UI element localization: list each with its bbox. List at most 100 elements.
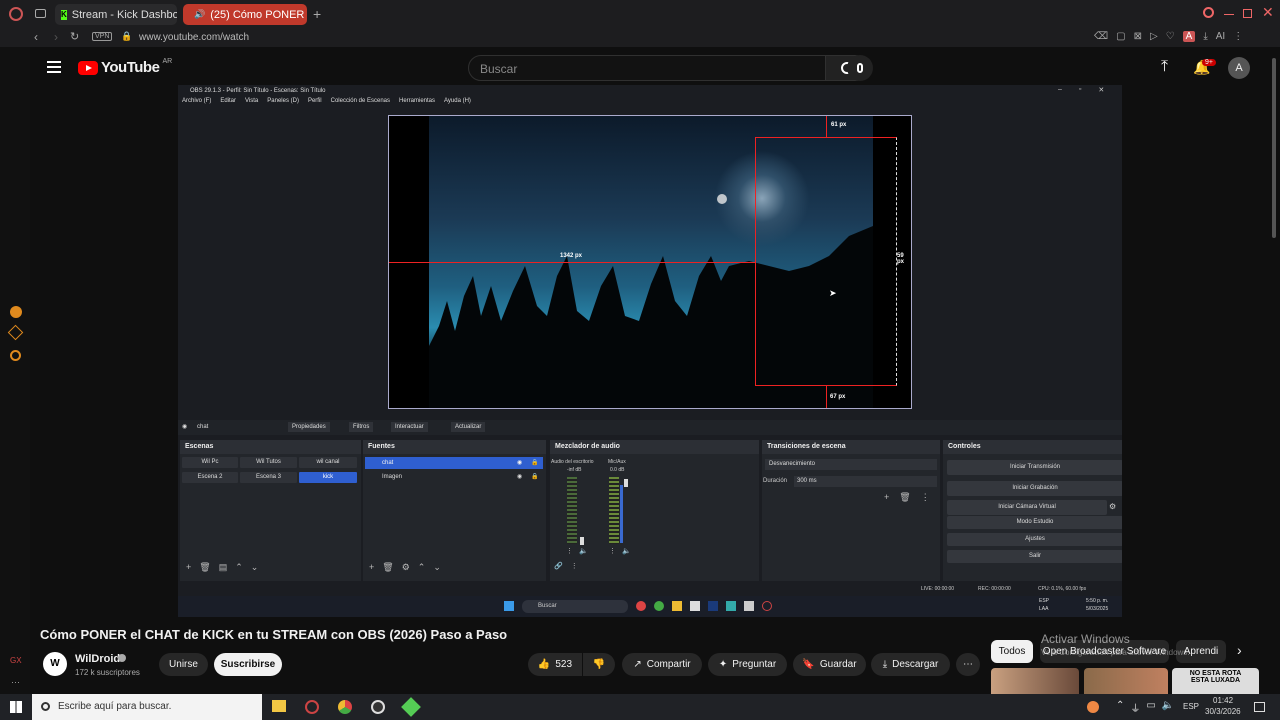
scene-item-active[interactable]: kick <box>299 472 357 483</box>
notification-center-icon[interactable] <box>1254 702 1265 712</box>
play-icon[interactable]: ▷ <box>1150 31 1158 42</box>
save-button[interactable]: 🔖 Guardar <box>793 653 866 676</box>
speaker-icon[interactable]: 🔈 <box>579 547 588 555</box>
properties-button[interactable]: Propiedades <box>288 422 330 432</box>
url-field[interactable]: www.youtube.com/watch <box>139 32 249 43</box>
vpn-badge[interactable]: VPN <box>92 32 113 41</box>
lock-icon[interactable]: 🔒 <box>531 457 538 469</box>
snapshot-icon[interactable]: ▢ <box>1116 31 1125 42</box>
subscribe-button[interactable]: Suscribirse <box>214 653 282 676</box>
scene-item[interactable]: wil canal <box>299 457 357 468</box>
exit-button[interactable]: Salir <box>947 550 1122 563</box>
file-explorer-icon[interactable] <box>272 700 286 712</box>
channel-menu-icon[interactable]: ⋮ <box>566 547 573 555</box>
source-item[interactable]: Imagen ◉ 🔒 <box>365 471 543 483</box>
interact-button[interactable]: Interactuar <box>391 422 428 432</box>
clear-icon[interactable]: ⌫ <box>1094 31 1108 42</box>
upload-icon[interactable]: ⤒ <box>1161 58 1168 76</box>
maximize-icon[interactable] <box>1243 9 1252 18</box>
obs-preview-canvas[interactable]: 61 px 1342 px 59 px ➤ <box>388 115 912 409</box>
speaker-icon[interactable]: 🔈 <box>622 547 631 555</box>
tray-app-icon[interactable] <box>1087 701 1099 713</box>
source-item-active[interactable]: chat ◉ 🔒 <box>365 457 543 469</box>
taskbar-search-box[interactable]: Escribe aquí para buscar. <box>32 694 262 720</box>
obs-icon[interactable] <box>371 700 385 714</box>
obs-menu-item[interactable]: Archivo (F) <box>182 98 211 110</box>
sidebar-more-icon[interactable]: ⋯ <box>11 677 20 688</box>
start-streaming-button[interactable]: Iniciar Transmisión <box>947 460 1122 475</box>
scene-item[interactable]: Wil Tutos <box>240 457 297 468</box>
down-icon[interactable]: ⌄ <box>251 562 259 573</box>
volume-slider[interactable] <box>580 537 584 545</box>
trash-icon[interactable]: 🗑 <box>899 492 910 503</box>
obs-menu-item[interactable]: Vista <box>245 98 258 110</box>
gx-icon[interactable]: GX <box>10 656 22 665</box>
page-scrollbar[interactable] <box>1272 58 1276 238</box>
ask-button[interactable]: ✦ Preguntar <box>708 653 787 676</box>
volume-icon[interactable]: 🔈 <box>1162 700 1174 715</box>
obs-menu-item[interactable]: Paneles (D) <box>267 98 299 110</box>
aria-ai-button[interactable]: AI <box>1216 31 1225 42</box>
taskbar-time[interactable]: 01:42 <box>1213 696 1233 705</box>
filter-icon[interactable]: ▤ <box>219 562 228 573</box>
windows-start-icon[interactable] <box>10 701 22 713</box>
recommended-thumbnail[interactable] <box>991 668 1079 694</box>
heart-icon[interactable]: ♡ <box>1166 31 1175 42</box>
network-icon[interactable]: ▭ <box>1146 700 1155 715</box>
extensions-icon[interactable] <box>7 324 24 341</box>
chrome-icon[interactable] <box>338 700 352 714</box>
visibility-eye-icon[interactable]: ◉ <box>517 457 522 469</box>
obs-menu-item[interactable]: Perfil <box>308 98 322 110</box>
up-icon[interactable]: ⌃ <box>235 562 243 573</box>
volume-slider[interactable] <box>624 479 628 487</box>
up-icon[interactable]: ⌃ <box>418 562 426 573</box>
taskbar-language[interactable]: ESP <box>1183 702 1199 711</box>
recommended-thumbnail[interactable]: NO ESTA ROTA ESTA LUXADA <box>1172 668 1259 694</box>
download-icon[interactable]: ⤓ <box>1203 31 1207 42</box>
download-button[interactable]: ⤓ Descargar <box>871 653 950 676</box>
start-virtual-camera-button[interactable]: Iniciar Cámara Virtual <box>947 500 1107 515</box>
link-icon[interactable]: 🔗 <box>554 562 563 570</box>
menu-icon[interactable]: ⋮ <box>921 492 930 503</box>
channel-avatar[interactable]: W <box>43 652 67 676</box>
minimize-icon[interactable] <box>1224 14 1234 15</box>
back-icon[interactable]: ‹ <box>34 30 38 44</box>
obs-minimize-icon[interactable]: – <box>1058 86 1062 94</box>
profile-icon[interactable]: A <box>1182 31 1196 42</box>
virtual-camera-settings-icon[interactable]: ⚙ <box>1109 502 1116 511</box>
more-icon[interactable]: ⋮ <box>1233 31 1243 42</box>
mixer-menu-icon[interactable]: ⋮ <box>571 562 578 570</box>
channel-menu-icon[interactable]: ⋮ <box>609 547 616 555</box>
recommended-thumbnail[interactable] <box>1084 668 1168 694</box>
down-icon[interactable]: ⌄ <box>433 562 441 573</box>
tab-overview-icon[interactable] <box>35 9 46 18</box>
lock-icon[interactable]: 🔒 <box>531 471 538 483</box>
block-icon[interactable]: ⊠ <box>1134 31 1142 42</box>
usb-icon[interactable]: ⏚ <box>1130 700 1140 715</box>
like-button[interactable]: 👍 523 <box>528 653 582 676</box>
chip-all[interactable]: Todos <box>991 640 1033 663</box>
filters-button[interactable]: Filtros <box>349 422 374 432</box>
duration-input[interactable]: 300 ms <box>794 476 937 487</box>
reload-icon[interactable]: ↻ <box>70 30 79 43</box>
hamburger-icon[interactable] <box>47 61 61 73</box>
settings-icon[interactable] <box>10 350 21 361</box>
more-actions-button[interactable]: ⋯ <box>956 653 980 676</box>
add-icon[interactable]: + <box>884 492 889 503</box>
obs-menu-item[interactable]: Colección de Escenas <box>331 98 390 110</box>
settings-button[interactable]: Ajustes <box>947 533 1122 546</box>
dislike-button[interactable]: 👎 <box>583 653 615 676</box>
scene-item[interactable]: Escena 2 <box>182 472 238 483</box>
visibility-eye-icon[interactable]: ◉ <box>517 471 522 483</box>
start-recording-button[interactable]: Iniciar Grabación <box>947 481 1122 496</box>
speaker-icon[interactable]: 🔊 <box>194 9 205 20</box>
voice-search-button[interactable] <box>847 55 873 81</box>
obs-close-icon[interactable]: ✕ <box>1098 86 1104 94</box>
opera-gx-icon[interactable] <box>305 700 319 714</box>
gear-icon[interactable]: ⚙ <box>402 562 410 573</box>
tab-kick[interactable]: K Stream - Kick Dashboard <box>55 4 177 25</box>
forward-icon[interactable]: › <box>54 30 58 44</box>
obs-menu-item[interactable]: Editar <box>220 98 236 110</box>
video-player[interactable]: OBS 29.1.3 - Perfil: Sin Título - Escena… <box>178 85 1122 617</box>
new-tab-icon[interactable]: + <box>313 6 321 22</box>
